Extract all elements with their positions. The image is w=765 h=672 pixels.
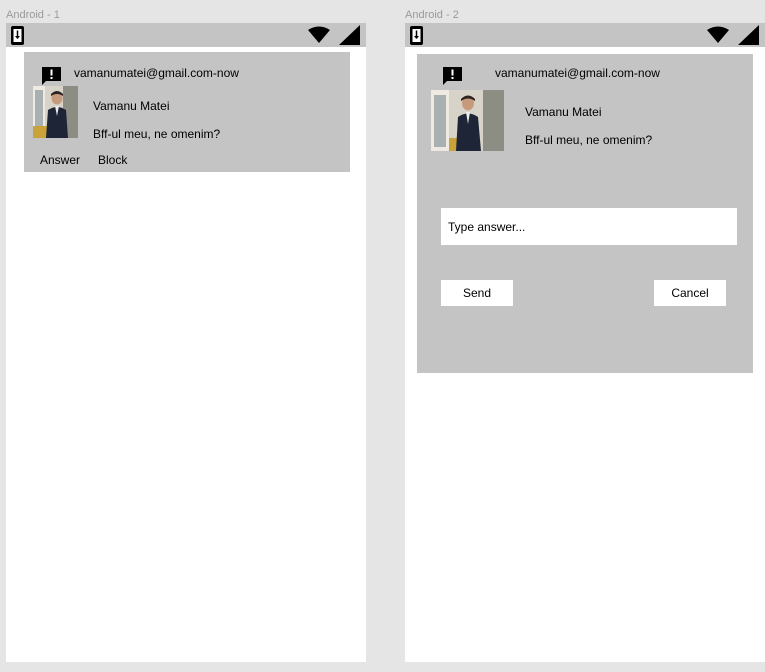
frame-label-android-2: Android - 2	[405, 9, 459, 21]
answer-button[interactable]: Answer	[40, 153, 80, 167]
wifi-icon	[707, 26, 729, 43]
cancel-button[interactable]: Cancel	[654, 280, 726, 306]
download-icon	[11, 26, 24, 45]
notification-card[interactable]: vamanumatei@gmail.com-now Vamanu Matei B…	[24, 52, 350, 172]
reply-notification-card: vamanumatei@gmail.com-now Vamanu Matei B…	[417, 54, 753, 373]
status-bar	[6, 23, 366, 47]
android-frame-2: vamanumatei@gmail.com-now Vamanu Matei B…	[405, 23, 765, 662]
status-bar	[405, 23, 765, 47]
notification-header: vamanumatei@gmail.com-now	[74, 66, 239, 80]
cell-signal-icon	[339, 25, 360, 45]
download-icon	[410, 26, 423, 45]
message-text: Bff-ul meu, ne omenim?	[525, 133, 653, 147]
wifi-icon	[308, 26, 330, 43]
avatar	[33, 86, 78, 138]
message-text: Bff-ul meu, ne omenim?	[93, 127, 221, 141]
notification-header: vamanumatei@gmail.com-now	[495, 66, 660, 80]
send-button[interactable]: Send	[441, 280, 513, 306]
android-frame-1: vamanumatei@gmail.com-now Vamanu Matei B…	[6, 23, 366, 662]
sender-name: Vamanu Matei	[525, 105, 602, 119]
reply-input[interactable]	[441, 208, 737, 245]
feedback-alert-icon	[42, 67, 61, 85]
cell-signal-icon	[738, 25, 759, 45]
sender-name: Vamanu Matei	[93, 99, 170, 113]
avatar	[431, 90, 504, 151]
feedback-alert-icon	[443, 67, 462, 85]
block-button[interactable]: Block	[98, 153, 127, 167]
frame-label-android-1: Android - 1	[6, 9, 60, 21]
